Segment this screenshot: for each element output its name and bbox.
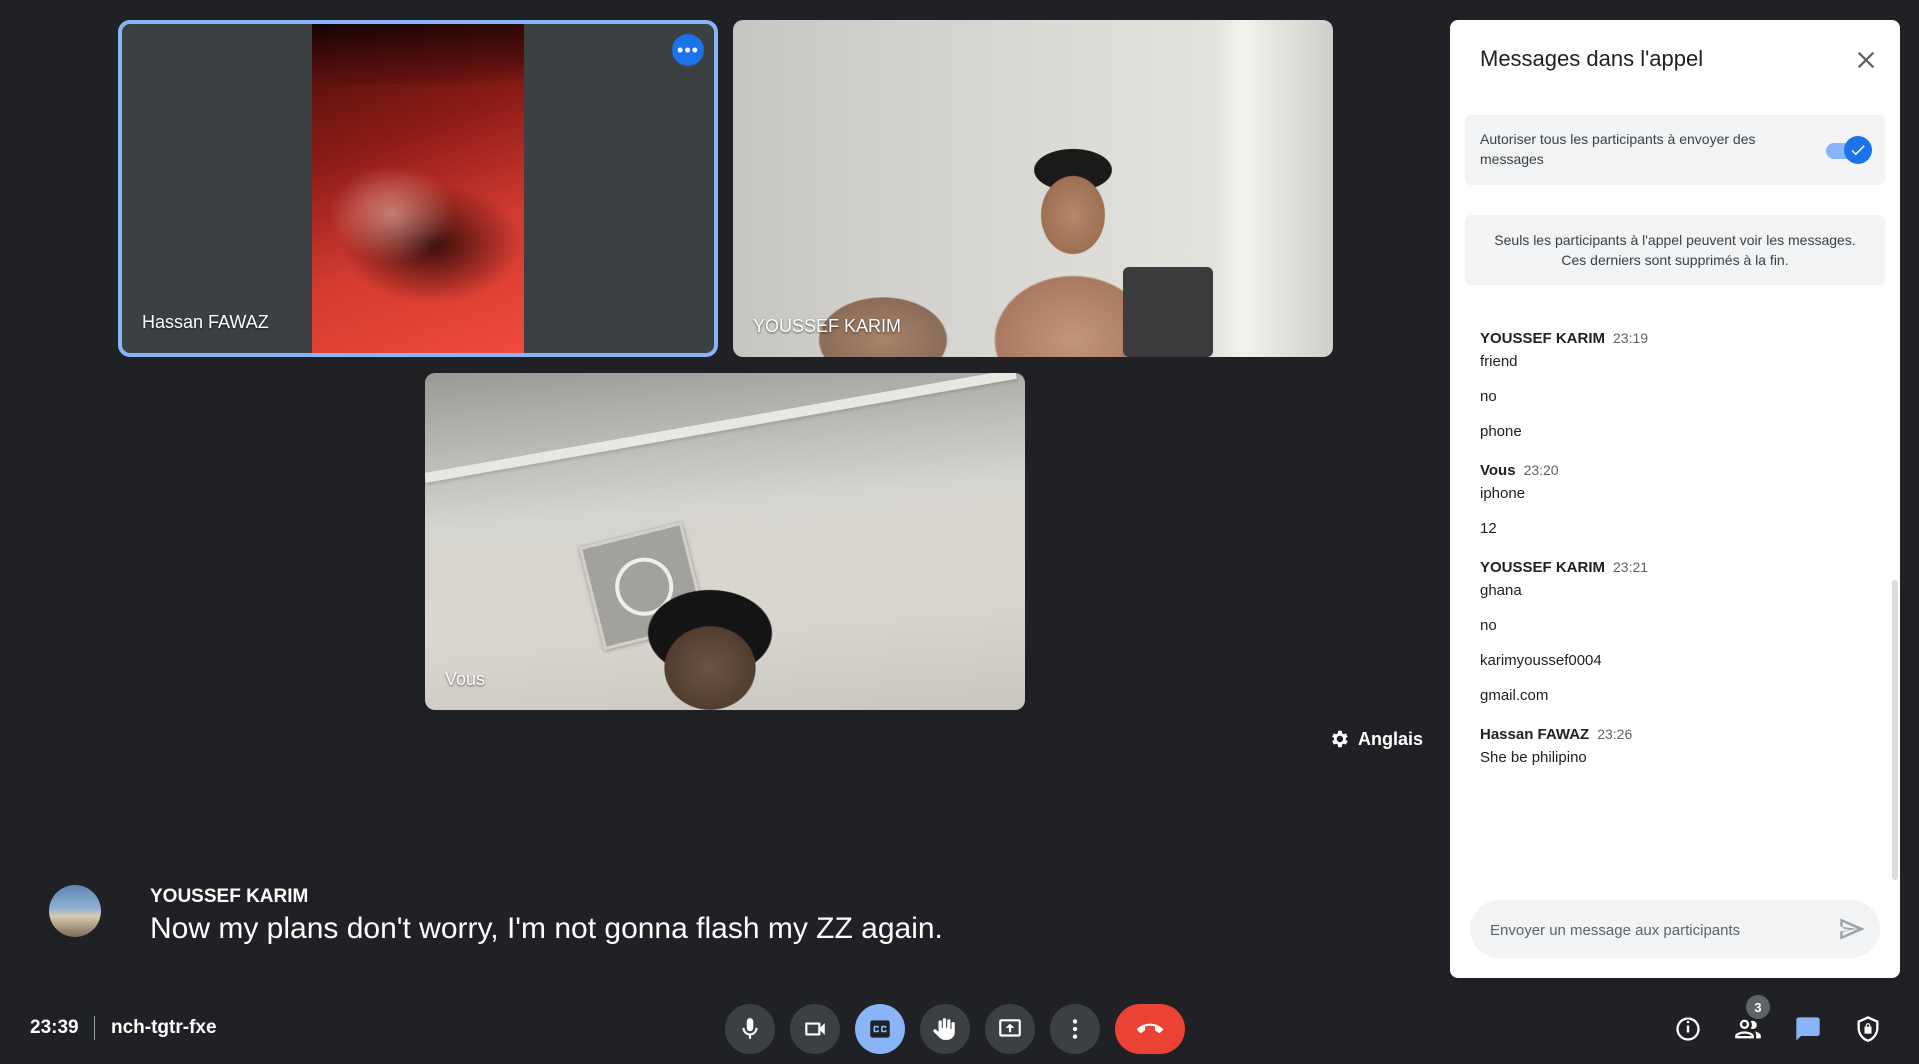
scrollbar[interactable] — [1892, 580, 1898, 880]
caption-language-button[interactable]: Anglais — [1328, 728, 1423, 750]
participant-count-badge: 3 — [1746, 995, 1770, 1019]
more-vert-icon — [1072, 1019, 1078, 1039]
allow-messages-toggle[interactable] — [1826, 136, 1872, 164]
message-text: no — [1480, 617, 1497, 634]
chat-panel: Messages dans l'appel Autoriser tous les… — [1450, 20, 1900, 978]
camera-button[interactable] — [790, 1004, 840, 1054]
caption-text: Now my plans don't worry, I'm not gonna … — [150, 912, 943, 945]
message-text: She be philipino — [1480, 749, 1587, 766]
microphone-button[interactable] — [725, 1004, 775, 1054]
participant-video — [1123, 267, 1213, 357]
close-icon — [1857, 51, 1875, 69]
chat-icon — [1796, 1017, 1820, 1041]
participant-tile-youssef[interactable]: YOUSSEF KARIM — [733, 20, 1333, 357]
present-screen-icon — [999, 1019, 1021, 1037]
check-icon — [1851, 145, 1865, 156]
captions-button[interactable] — [855, 1004, 905, 1054]
participant-video — [425, 373, 1017, 483]
message-sender: YOUSSEF KARIM — [1480, 330, 1606, 347]
meeting-details-button[interactable] — [1670, 1011, 1706, 1047]
meeting-code[interactable]: nch-tgtr-fxe — [111, 1017, 217, 1039]
allow-messages-setting: Autoriser tous les participants à envoye… — [1465, 115, 1885, 185]
message-text: iphone — [1480, 485, 1526, 502]
message-sender: Vous — [1480, 462, 1516, 479]
participants-button[interactable]: 3 — [1730, 995, 1770, 1047]
caption-speaker-name: YOUSSEF KARIM — [150, 886, 309, 907]
hang-up-icon — [1137, 1023, 1163, 1034]
participant-video-face — [640, 578, 780, 710]
shield-lock-icon — [1857, 1016, 1879, 1042]
message-sender: Hassan FAWAZ — [1480, 726, 1590, 743]
more-options-button[interactable] — [1050, 1004, 1100, 1054]
allow-messages-label: Autoriser tous les participants à envoye… — [1480, 131, 1756, 167]
message-text: phone — [1480, 423, 1522, 440]
host-controls-button[interactable] — [1850, 1011, 1886, 1047]
microphone-icon — [742, 1018, 758, 1039]
message-group: Vous 23:20 iphone 12 — [1480, 462, 1870, 537]
camera-icon — [805, 1022, 825, 1036]
send-button[interactable] — [1838, 915, 1866, 943]
message-time: 23:21 — [1613, 559, 1649, 575]
chat-info-notice: Seuls les participants à l'appel peuvent… — [1465, 215, 1885, 285]
caption-speaker-avatar — [49, 885, 101, 937]
participant-video — [312, 24, 524, 353]
message-time: 23:19 — [1613, 330, 1649, 346]
language-label: Anglais — [1358, 728, 1424, 749]
message-text: karimyoussef0004 — [1480, 652, 1602, 669]
leave-call-button[interactable] — [1115, 1004, 1185, 1054]
toggle-knob — [1844, 136, 1872, 164]
message-header: Hassan FAWAZ 23:26 — [1480, 726, 1870, 743]
close-chat-button[interactable] — [1852, 46, 1880, 74]
message-time: 23:20 — [1523, 462, 1559, 478]
message-text: no — [1480, 388, 1497, 405]
more-options-button[interactable]: ••• — [672, 34, 704, 66]
message-text: friend — [1480, 353, 1518, 370]
message-header: YOUSSEF KARIM 23:21 — [1480, 559, 1870, 576]
hand-icon — [933, 1018, 955, 1040]
participant-name: Hassan FAWAZ — [142, 312, 269, 332]
message-list: YOUSSEF KARIM 23:19 friend no phone Vous 23:20… — [1480, 330, 1870, 788]
present-screen-button[interactable] — [985, 1004, 1035, 1054]
participant-name: YOUSSEF KARIM — [753, 316, 902, 336]
message-group: YOUSSEF KARIM 23:21 ghana no karimyoussef000… — [1480, 559, 1870, 704]
chat-panel-title: Messages dans l'appel — [1480, 46, 1704, 71]
divider — [94, 1016, 95, 1040]
message-group: YOUSSEF KARIM 23:19 friend no phone — [1480, 330, 1870, 440]
people-icon — [1735, 1019, 1761, 1039]
chat-button[interactable] — [1790, 1011, 1826, 1047]
info-icon — [1676, 1017, 1700, 1041]
message-group: Hassan FAWAZ 23:26 She be philipino — [1480, 726, 1870, 766]
message-time: 23:26 — [1597, 726, 1633, 742]
meeting-time: 23:39 — [30, 1017, 79, 1038]
gear-icon — [1332, 730, 1348, 748]
message-text: gmail.com — [1480, 687, 1549, 704]
participant-name: Vous — [445, 669, 486, 689]
message-compose — [1470, 900, 1880, 960]
participant-tile-self[interactable]: Vous — [425, 373, 1025, 710]
message-text: ghana — [1480, 582, 1522, 599]
send-icon — [1840, 918, 1865, 940]
closed-captions-icon — [870, 1020, 890, 1038]
message-header: Vous 23:20 — [1480, 462, 1870, 479]
participant-tile-hassan[interactable]: ••• Hassan FAWAZ — [118, 20, 718, 357]
message-text: 12 — [1480, 520, 1497, 537]
message-sender: YOUSSEF KARIM — [1480, 559, 1606, 576]
message-header: YOUSSEF KARIM 23:19 — [1480, 330, 1870, 347]
message-input[interactable] — [1488, 900, 1812, 960]
raise-hand-button[interactable] — [920, 1004, 970, 1054]
